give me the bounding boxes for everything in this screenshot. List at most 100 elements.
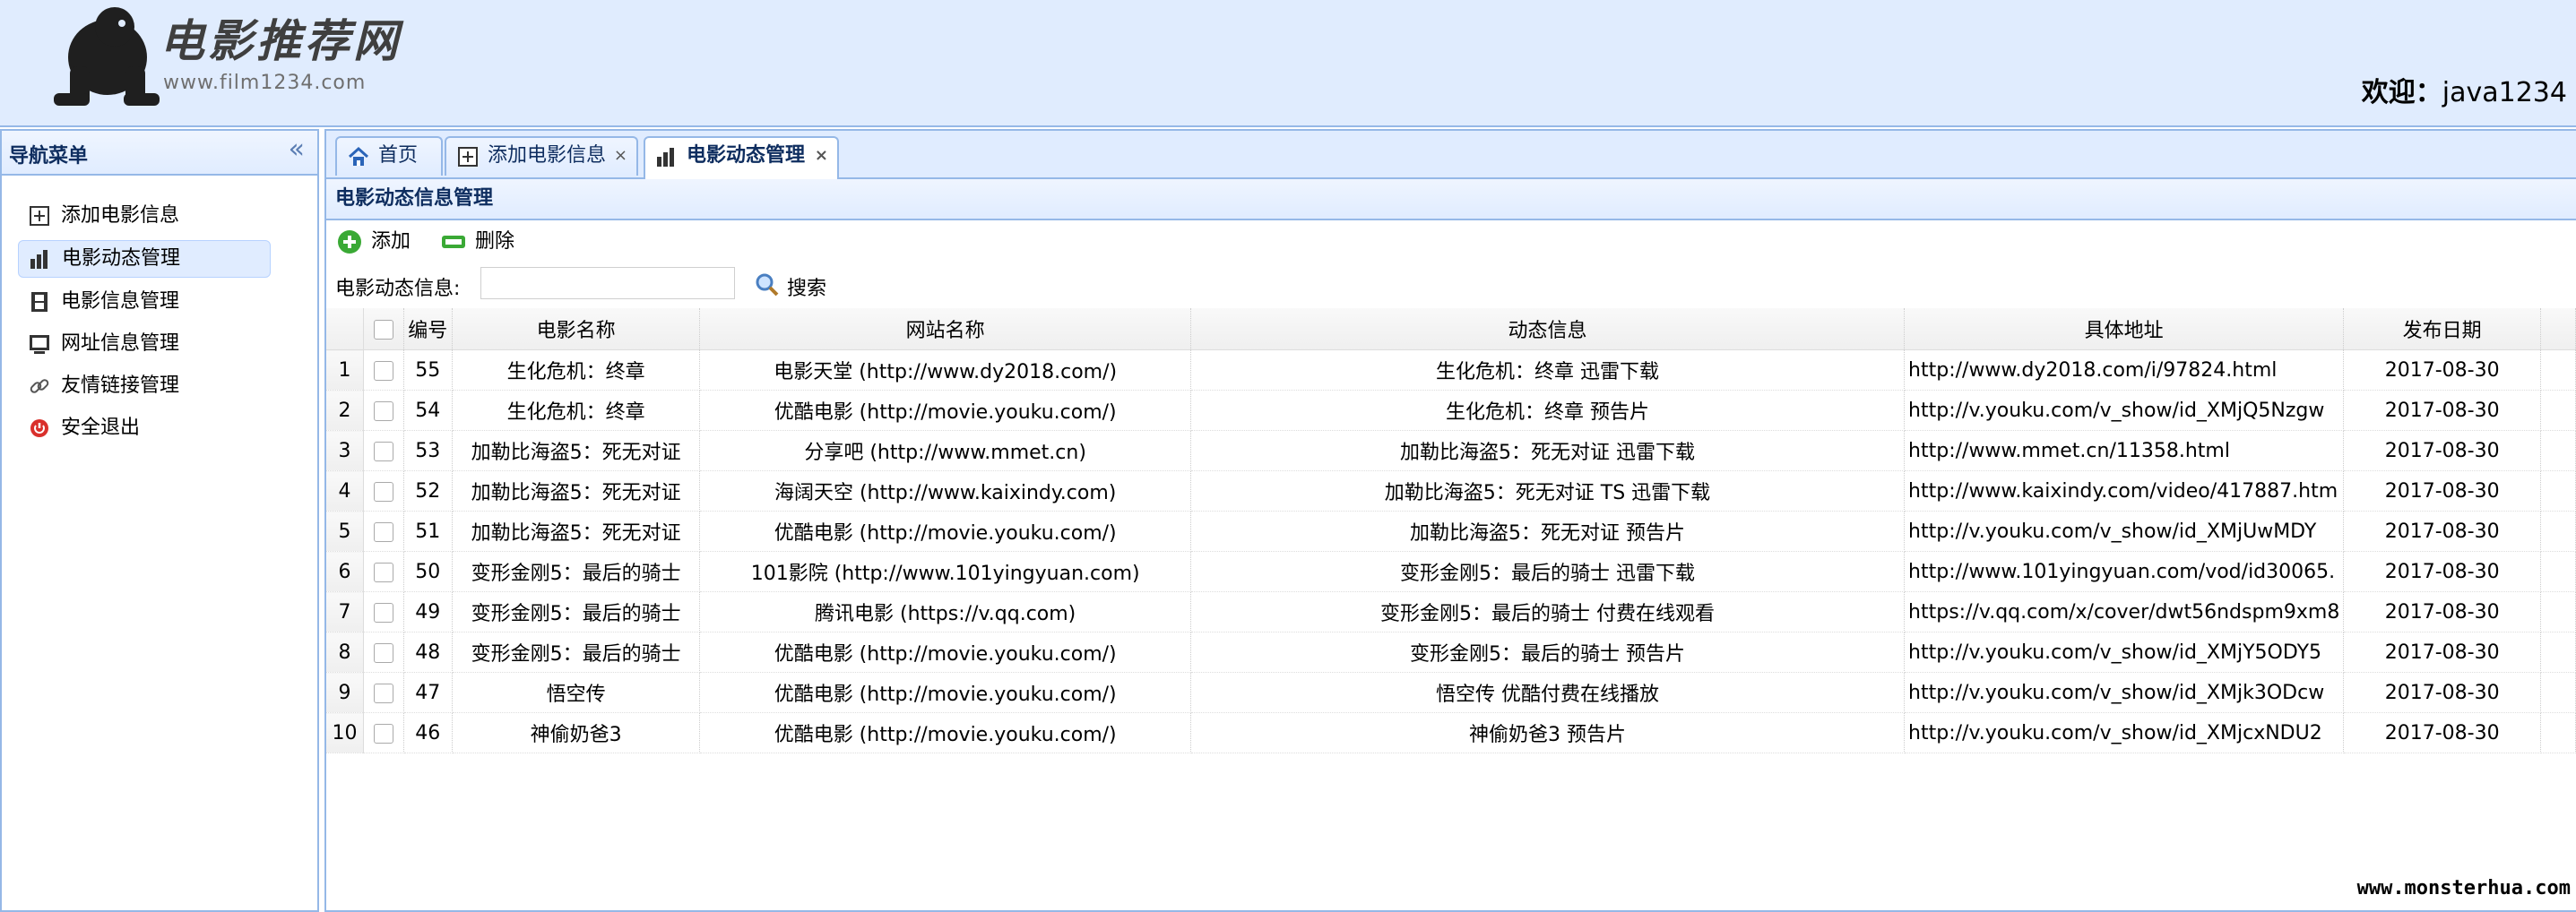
table-row[interactable]: 9 47 悟空传 优酷电影 (http://movie.youku.com/) 悟空传 … (326, 672, 2576, 713)
tab-close-icon[interactable]: × (614, 138, 627, 174)
sidebar-item-label: 安全退出 (61, 417, 141, 439)
collapse-sidebar-icon[interactable]: « (289, 136, 305, 163)
row-checkbox-cell[interactable] (363, 511, 404, 552)
row-checkbox[interactable] (373, 642, 393, 663)
add-square-icon (458, 147, 478, 167)
row-checkbox[interactable] (373, 521, 393, 542)
table-row[interactable]: 5 51 加勒比海盗5：死无对证 优酷电影 (http://movie.youku.c… (326, 511, 2576, 552)
add-square-icon (30, 206, 49, 226)
row-checkbox[interactable] (373, 602, 393, 623)
table-row[interactable]: 8 48 变形金刚5：最后的骑士 优酷电影 (http://movie.youku.c… (326, 632, 2576, 673)
tab-home[interactable]: 首页 (335, 136, 443, 176)
cell-movie: 加勒比海盗5：死无对证 (452, 470, 701, 512)
search-button[interactable]: 搜索 (755, 272, 826, 301)
table-row[interactable]: 10 46 神偷奶爸3 优酷电影 (http://movie.youku.com/) 神… (326, 712, 2576, 753)
bar-chart-icon (657, 148, 674, 167)
site-logo-url: www.film1234.com (163, 72, 367, 94)
cell-info: 变形金刚5：最后的骑士 付费在线观看 (1190, 591, 1906, 632)
cell-movie: 生化危机：终章 (452, 390, 701, 431)
cell-filler (2540, 390, 2576, 431)
cell-site: 海阔天空 (http://www.kaixindy.com) (699, 470, 1191, 512)
row-checkbox-cell[interactable] (363, 672, 404, 713)
cell-site: 优酷电影 (http://movie.youku.com/) (699, 390, 1191, 431)
cell-movie: 加勒比海盗5：死无对证 (452, 430, 701, 471)
table-row[interactable]: 7 49 变形金刚5：最后的骑士 腾讯电影 (https://v.qq.com) 变形金… (326, 591, 2576, 632)
row-checkbox-cell[interactable] (363, 712, 404, 753)
sidebar-item-friend-links[interactable]: 友情链接管理 (18, 368, 271, 404)
row-checkbox[interactable] (373, 441, 393, 461)
table-row[interactable]: 6 50 变形金刚5：最后的骑士 101影院 (http://www.101yingy… (326, 551, 2576, 592)
cell-site: 腾讯电影 (https://v.qq.com) (699, 591, 1191, 632)
bar-chart-icon (30, 250, 48, 269)
row-checkbox[interactable] (373, 683, 393, 703)
checkbox[interactable] (373, 319, 393, 340)
sidebar-item-label: 添加电影信息 (61, 204, 180, 227)
column-header-filler (2540, 308, 2576, 350)
cell-info: 加勒比海盗5：死无对证 TS 迅雷下载 (1190, 470, 1906, 512)
cell-url: http://v.youku.com/v_show/id_XMjk3ODcw (1904, 672, 2345, 713)
sidebar-item-movie-info[interactable]: 电影信息管理 (18, 284, 271, 320)
grid-body: 1 55 生化危机：终章 电影天堂 (http://www.dy2018.com/) 生… (326, 349, 2576, 753)
row-checkbox-cell[interactable] (363, 430, 404, 471)
row-checkbox[interactable] (373, 723, 393, 744)
row-checkbox-cell[interactable] (363, 470, 404, 512)
cell-info: 神偷奶爸3 预告片 (1190, 712, 1906, 753)
tab-add-movie[interactable]: 添加电影信息 × (445, 136, 638, 176)
cell-id: 55 (403, 349, 453, 391)
delete-button[interactable]: 删除 (439, 228, 514, 256)
sidebar-item-website-info[interactable]: 网址信息管理 (18, 326, 271, 362)
row-checkbox[interactable] (373, 400, 393, 421)
cell-url: http://v.youku.com/v_show/id_XMjQ5Nzgw (1904, 390, 2345, 431)
row-checkbox-cell[interactable] (363, 551, 404, 592)
cell-date: 2017-08-30 (2343, 551, 2541, 592)
column-header-movie[interactable]: 电影名称 (452, 308, 701, 350)
column-header-id[interactable]: 编号 (403, 308, 453, 350)
row-checkbox-cell[interactable] (363, 632, 404, 673)
row-checkbox[interactable] (373, 481, 393, 502)
row-number: 2 (326, 390, 364, 431)
select-all-checkbox[interactable] (363, 308, 404, 350)
add-button[interactable]: 添加 (335, 228, 411, 256)
row-number: 4 (326, 470, 364, 512)
sidebar-item-label: 电影信息管理 (61, 290, 180, 313)
cell-date: 2017-08-30 (2343, 430, 2541, 471)
row-checkbox-cell[interactable] (363, 349, 404, 391)
table-row[interactable]: 2 54 生化危机：终章 优酷电影 (http://movie.youku.com/)… (326, 390, 2576, 431)
cell-info: 加勒比海盗5：死无对证 预告片 (1190, 511, 1906, 552)
cell-date: 2017-08-30 (2343, 591, 2541, 632)
cell-movie: 加勒比海盗5：死无对证 (452, 511, 701, 552)
column-header-url[interactable]: 具体地址 (1904, 308, 2345, 350)
column-header-site[interactable]: 网站名称 (699, 308, 1191, 350)
row-checkbox[interactable] (373, 562, 393, 582)
cell-url: http://www.kaixindy.com/video/417887.htm (1904, 470, 2345, 512)
sidebar-item-logout[interactable]: 安全退出 (18, 410, 271, 446)
cell-info: 变形金刚5：最后的骑士 预告片 (1190, 632, 1906, 673)
cell-url: http://v.youku.com/v_show/id_XMjY5ODY5 (1904, 632, 2345, 673)
cell-site: 分享吧 (http://www.mmet.cn) (699, 430, 1191, 471)
table-row[interactable]: 3 53 加勒比海盗5：死无对证 分享吧 (http://www.mmet.cn) 加勒… (326, 430, 2576, 471)
main-panel: 首页 添加电影信息 × 电影动态管理 × 电影动态信息管理 添加 删除 电影动态… (324, 129, 2576, 912)
search-icon (756, 273, 779, 297)
column-header-info[interactable]: 动态信息 (1190, 308, 1906, 350)
column-header-date[interactable]: 发布日期 (2343, 308, 2541, 350)
cell-date: 2017-08-30 (2343, 632, 2541, 673)
sidebar-item-movie-news[interactable]: 电影动态管理 (18, 240, 271, 278)
search-label: 电影动态信息: (335, 278, 461, 300)
table-row[interactable]: 1 55 生化危机：终章 电影天堂 (http://www.dy2018.com/) 生… (326, 349, 2576, 391)
search-input[interactable] (480, 267, 735, 299)
header: 电影推荐网 www.film1234.com 欢迎：java1234 (0, 0, 2576, 127)
cell-filler (2540, 712, 2576, 753)
row-checkbox[interactable] (373, 360, 393, 381)
cell-id: 49 (403, 591, 453, 632)
username: java1234 (2442, 77, 2567, 108)
cell-info: 生化危机：终章 预告片 (1190, 390, 1906, 431)
row-checkbox-cell[interactable] (363, 591, 404, 632)
cell-site: 101影院 (http://www.101yingyuan.com) (699, 551, 1191, 592)
table-row[interactable]: 4 52 加勒比海盗5：死无对证 海阔天空 (http://www.kaixindy.… (326, 470, 2576, 512)
monitor-icon (30, 335, 49, 354)
row-checkbox-cell[interactable] (363, 390, 404, 431)
sidebar-item-add-movie[interactable]: 添加电影信息 (18, 198, 271, 234)
tab-label: 电影动态管理 (687, 144, 806, 167)
tab-movie-news[interactable]: 电影动态管理 × (644, 136, 839, 179)
tab-close-icon[interactable]: × (815, 138, 828, 174)
